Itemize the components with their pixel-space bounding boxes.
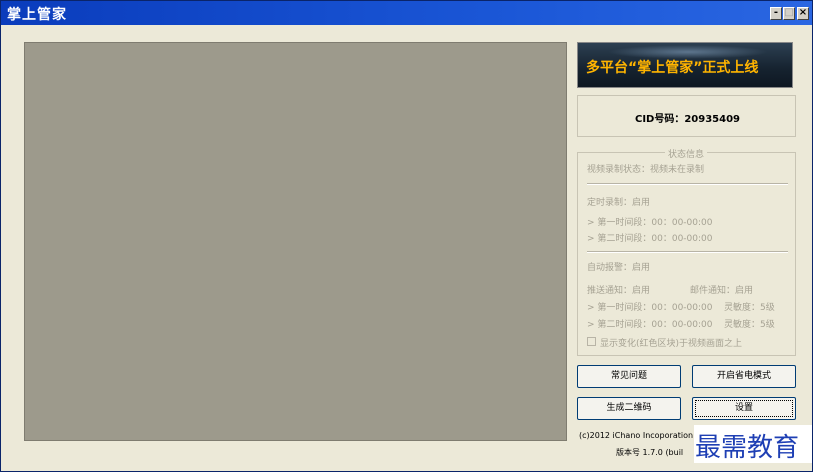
settings-button[interactable]: 设置: [692, 397, 796, 420]
qr-code-button[interactable]: 生成二维码: [577, 397, 681, 420]
status-group-legend: 状态信息: [665, 147, 708, 160]
timer-period-2: > 第二时间段：00：00-00:00: [587, 234, 713, 244]
app-window: 掌上管家 - □ × 多平台“掌上管家”正式上线 CID号码：20935409 …: [0, 0, 813, 472]
timer-period-1: > 第一时间段：00：00-00:00: [587, 218, 713, 228]
status-info-group: 状态信息 视频录制状态：视频未在录制 定时录制：启用 > 第一时间段：00：00…: [577, 147, 796, 356]
watermark: 最需教育: [694, 425, 812, 463]
alarm-period-1: > 第一时间段：00：00-00:00: [587, 303, 713, 313]
show-change-checkbox[interactable]: [587, 337, 596, 346]
window-title: 掌上管家: [7, 7, 67, 23]
auto-alarm-status: 自动报警：启用: [587, 263, 651, 273]
mail-notify-status: 邮件通知：启用: [690, 286, 754, 296]
maximize-button[interactable]: □: [783, 7, 795, 20]
copyright-text: (c)2012 iChano Incoporation: [579, 431, 694, 440]
divider: [587, 251, 788, 253]
version-text: 版本号 1.7.0 (buil: [616, 448, 684, 457]
title-bar[interactable]: 掌上管家 - □ ×: [1, 1, 812, 25]
faq-button[interactable]: 常见问题: [577, 365, 681, 388]
promo-banner[interactable]: 多平台“掌上管家”正式上线: [577, 42, 793, 88]
close-button[interactable]: ×: [797, 7, 809, 20]
alarm-sensitivity-2: 灵敏度：5级: [724, 320, 775, 330]
cid-number: CID号码：20935409: [634, 114, 741, 125]
banner-text: 多平台“掌上管家”正式上线: [586, 60, 759, 76]
timer-record-status: 定时录制：启用: [587, 198, 651, 208]
video-preview[interactable]: [24, 42, 567, 441]
alarm-sensitivity-1: 灵敏度：5级: [724, 303, 775, 313]
push-notify-status: 推送通知：启用: [587, 286, 651, 296]
alarm-period-2: > 第二时间段：00：00-00:00: [587, 320, 713, 330]
show-change-label: 显示变化(红色区块)于视频画面之上: [600, 339, 743, 349]
power-saving-button[interactable]: 开启省电模式: [692, 365, 796, 388]
divider: [587, 183, 788, 185]
watermark-text: 最需教育: [695, 433, 800, 463]
record-status: 视频录制状态：视频未在录制: [587, 165, 705, 175]
cid-panel: CID号码：20935409: [577, 95, 796, 137]
minimize-button[interactable]: -: [770, 7, 782, 20]
